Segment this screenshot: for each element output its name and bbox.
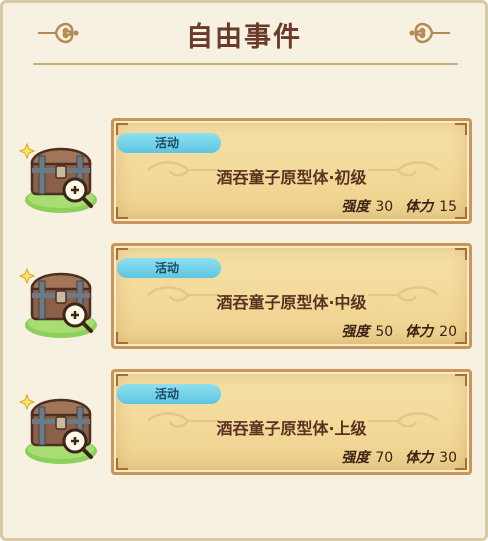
event-name: 酒吞童子原型体·上级 (216, 419, 367, 438)
strength-label: 强度 (341, 199, 370, 215)
sparkle-icon (18, 267, 36, 285)
stamina-label: 体力 (405, 450, 434, 466)
stamina-label: 体力 (405, 199, 434, 215)
header-divider (33, 63, 458, 65)
event-tag: 活动 (117, 384, 221, 404)
strength-value: 70 (375, 450, 394, 466)
sparkle-icon (18, 393, 36, 411)
stamina-value: 15 (439, 199, 457, 215)
event-stats: 强度 70 体力 30 (341, 447, 457, 467)
treasure-chest-icon[interactable] (17, 130, 105, 218)
event-row[interactable]: 活动 酒吞童子原型体·上级 强度 70 体力 30 (3, 369, 485, 489)
event-card[interactable]: 活动 酒吞童子原型体·中级 强度 50 体力 20 (111, 243, 472, 349)
event-card[interactable]: 活动 酒吞童子原型体·上级 强度 70 体力 30 (111, 369, 472, 475)
strength-label: 强度 (341, 324, 370, 340)
event-tag: 活动 (117, 258, 221, 278)
event-tag: 活动 (117, 133, 221, 153)
ornament-scroll-icon (409, 22, 450, 44)
stamina-value: 30 (439, 450, 457, 466)
strength-value: 30 (375, 199, 394, 215)
event-stats: 强度 30 体力 15 (341, 196, 457, 216)
event-row[interactable]: 活动 酒吞童子原型体·中级 强度 50 体力 20 (3, 243, 485, 363)
event-stats: 强度 50 体力 20 (341, 321, 457, 341)
sparkle-icon (18, 142, 36, 160)
treasure-chest-icon[interactable] (17, 255, 105, 343)
strength-label: 强度 (341, 450, 370, 466)
strength-value: 50 (375, 324, 394, 340)
stamina-label: 体力 (405, 324, 434, 340)
free-events-panel: 自由事件 活动 酒吞童子原型体·初级 强度 30 体力 15 活动 酒吞童子原型… (0, 0, 488, 541)
event-name: 酒吞童子原型体·中级 (216, 293, 367, 312)
event-card[interactable]: 活动 酒吞童子原型体·初级 强度 30 体力 15 (111, 118, 472, 224)
panel-header: 自由事件 (3, 3, 485, 65)
treasure-chest-icon[interactable] (17, 381, 105, 469)
event-row[interactable]: 活动 酒吞童子原型体·初级 强度 30 体力 15 (3, 118, 485, 238)
event-name: 酒吞童子原型体·初级 (216, 168, 367, 187)
stamina-value: 20 (439, 324, 457, 340)
